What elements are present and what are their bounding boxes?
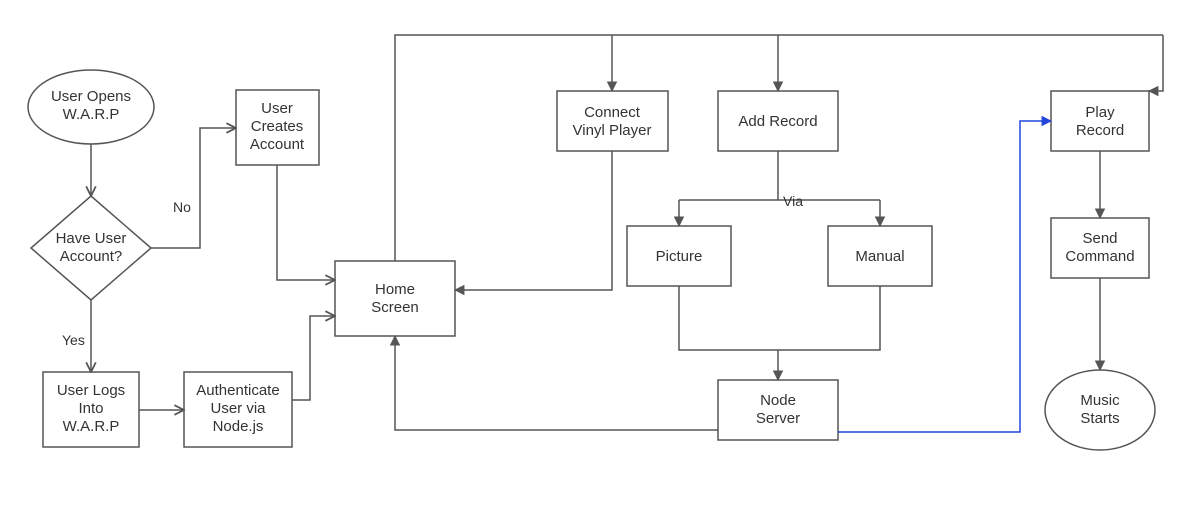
svg-text:Node.js: Node.js bbox=[213, 418, 264, 435]
svg-text:Music: Music bbox=[1080, 392, 1120, 409]
svg-text:Picture: Picture bbox=[656, 248, 703, 265]
node-play-record bbox=[1051, 91, 1149, 151]
svg-text:User Logs: User Logs bbox=[57, 382, 125, 399]
svg-text:W.A.R.P: W.A.R.P bbox=[63, 418, 120, 435]
edge-bus-to-play bbox=[1149, 35, 1163, 91]
svg-text:Manual: Manual bbox=[855, 248, 904, 265]
edge-create-to-home bbox=[277, 165, 335, 280]
svg-text:Send: Send bbox=[1082, 230, 1117, 247]
svg-text:Node: Node bbox=[760, 392, 796, 409]
edge-label-no: No bbox=[173, 199, 191, 215]
edge-auth-to-home bbox=[292, 316, 335, 400]
node-connect-vinyl bbox=[557, 91, 668, 151]
svg-text:Creates: Creates bbox=[251, 118, 304, 135]
edge-picture-merge bbox=[679, 286, 778, 350]
edge-label-yes: Yes bbox=[62, 332, 85, 348]
svg-text:User: User bbox=[261, 100, 293, 117]
node-open-label: User Opens bbox=[51, 88, 131, 105]
svg-text:Have User: Have User bbox=[56, 230, 127, 247]
svg-text:Connect: Connect bbox=[584, 104, 641, 121]
edge-label-via: Via bbox=[783, 193, 803, 209]
svg-text:Account: Account bbox=[250, 136, 305, 153]
svg-text:Home: Home bbox=[375, 281, 415, 298]
svg-text:W.A.R.P: W.A.R.P bbox=[63, 106, 120, 123]
edge-connect-to-home bbox=[455, 151, 612, 290]
edge-nodeserver-to-home bbox=[395, 336, 718, 430]
edge-manual-merge bbox=[778, 286, 880, 350]
svg-text:Account?: Account? bbox=[60, 248, 123, 265]
svg-text:Record: Record bbox=[1076, 122, 1124, 139]
svg-text:Into: Into bbox=[78, 400, 103, 417]
svg-text:Screen: Screen bbox=[371, 299, 419, 316]
svg-text:Starts: Starts bbox=[1080, 410, 1119, 427]
flowchart-canvas: User Opens W.A.R.P Have User Account? Us… bbox=[0, 0, 1195, 507]
svg-text:Authenticate: Authenticate bbox=[196, 382, 279, 399]
edge-no-to-create bbox=[151, 128, 236, 248]
svg-text:Add Record: Add Record bbox=[738, 113, 817, 130]
svg-text:Server: Server bbox=[756, 410, 800, 427]
svg-text:Command: Command bbox=[1065, 248, 1134, 265]
svg-text:Play: Play bbox=[1085, 104, 1115, 121]
svg-text:User via: User via bbox=[210, 400, 266, 417]
svg-text:Vinyl Player: Vinyl Player bbox=[573, 122, 652, 139]
